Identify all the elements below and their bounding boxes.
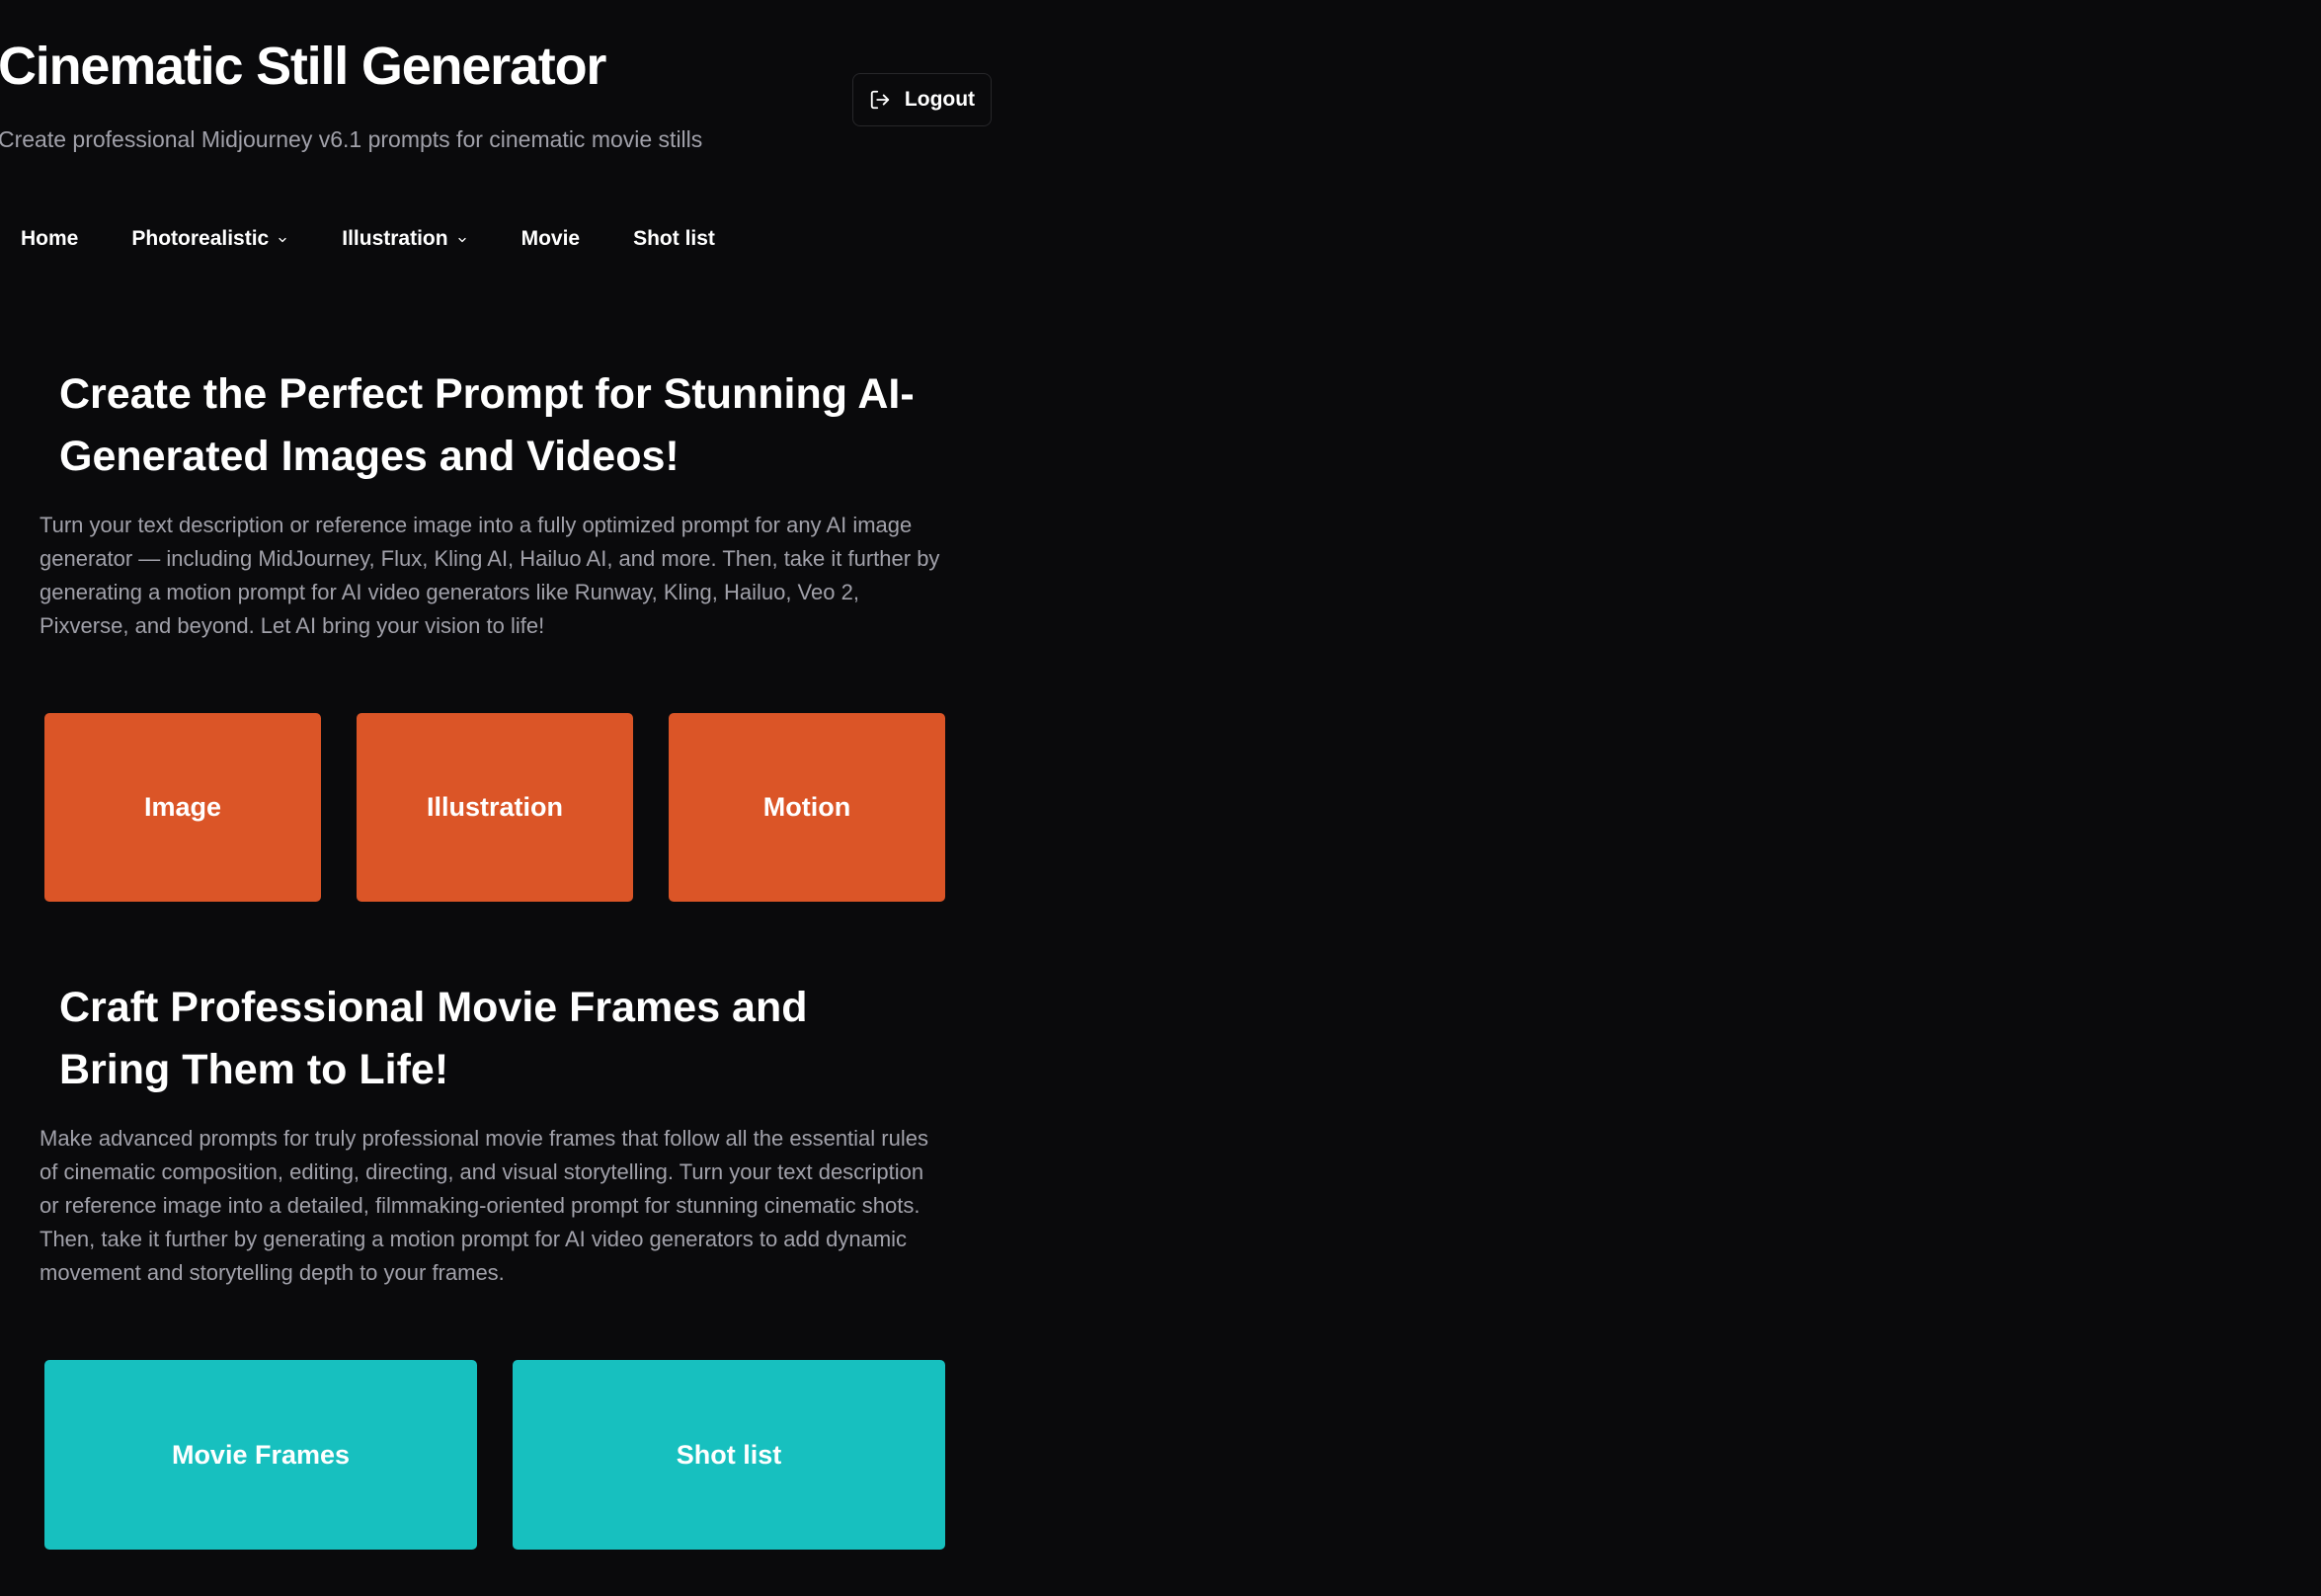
logout-button[interactable]: Logout <box>852 73 992 126</box>
nav-item-label: Shot list <box>633 227 715 250</box>
nav-item-movie[interactable]: Movie <box>521 227 581 251</box>
logout-icon <box>869 89 891 111</box>
nav-item-label: Home <box>21 227 79 250</box>
motion-card-button[interactable]: Motion <box>669 713 945 902</box>
chevron-down-icon <box>277 232 288 246</box>
card-label: Image <box>143 792 222 822</box>
nav-item-label: Movie <box>520 227 581 250</box>
section2-heading: Craft Professional Movie Frames and Brin… <box>59 984 808 1093</box>
header: Cinematic Still Generator Create profess… <box>0 0 998 198</box>
card-label: Illustration <box>426 792 563 822</box>
nav-item-label: Illustration <box>342 227 448 250</box>
movie-frames-card-button[interactable]: Movie Frames <box>44 1360 477 1550</box>
app-subtitle: Create professional Midjourney v6.1 prom… <box>0 126 703 152</box>
illustration-card-button[interactable]: Illustration <box>357 713 633 902</box>
nav-item-home[interactable]: Home <box>21 227 78 251</box>
nav-item-photorealistic[interactable]: Photorealistic <box>131 227 288 251</box>
section2-description: Make advanced prompts for truly professi… <box>40 1126 928 1285</box>
nav-item-illustration[interactable]: Illustration <box>342 227 467 251</box>
section1-description: Turn your text description or reference … <box>40 513 940 638</box>
main-nav: Home Photorealistic Illustration Movie S… <box>21 219 715 259</box>
card-label: Motion <box>762 792 851 822</box>
nav-item-label: Photorealistic <box>131 227 270 250</box>
nav-item-shot-list[interactable]: Shot list <box>633 227 715 251</box>
card-label: Shot list <box>676 1439 782 1470</box>
logout-label: Logout <box>904 88 976 111</box>
section1-heading: Create the Perfect Prompt for Stunning A… <box>59 370 915 480</box>
chevron-down-icon <box>456 232 468 246</box>
shot-list-card-button[interactable]: Shot list <box>513 1360 945 1550</box>
image-card-button[interactable]: Image <box>44 713 321 902</box>
app-root: Cinematic Still Generator Create profess… <box>0 0 2321 1596</box>
app-title: Cinematic Still Generator <box>0 37 606 96</box>
card-label: Movie Frames <box>171 1439 351 1470</box>
